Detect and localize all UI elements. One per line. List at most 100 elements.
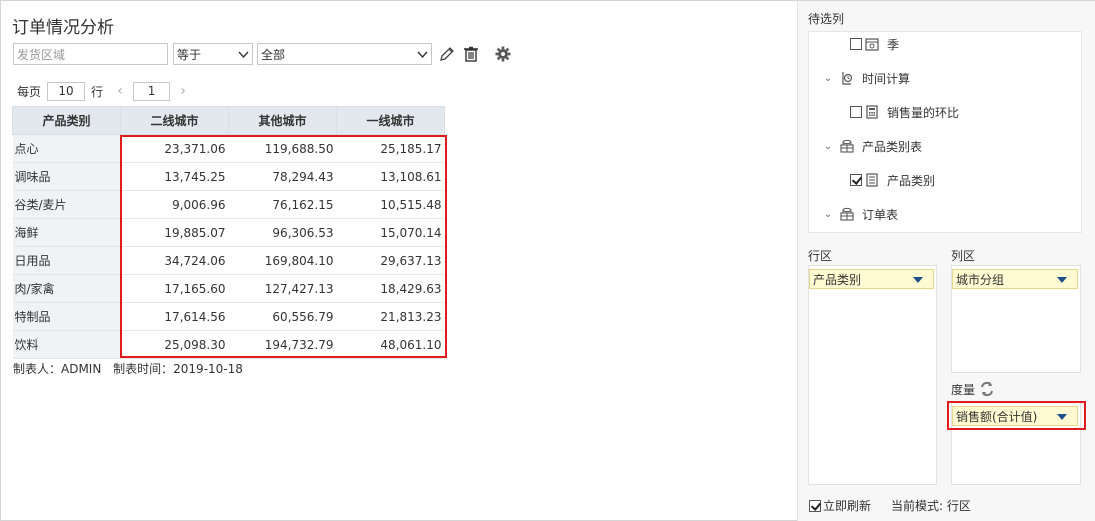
config-panel: 待选列 季 ⌄ 时间计算 销售量的环比 ⌄ 产品类别表 产品类别 ⌄ 订单表 行… xyxy=(797,1,1095,521)
column-header[interactable]: 其他城市 xyxy=(228,106,337,135)
time-calc-icon xyxy=(840,71,854,85)
per-page-label: 每页 xyxy=(17,84,42,99)
chevron-down-icon[interactable]: ⌄ xyxy=(822,73,834,84)
auto-refresh-label[interactable]: 立即刷新 xyxy=(823,497,871,514)
tree-item-time-calc[interactable]: ⌄ 时间计算 xyxy=(822,68,910,88)
calendar-icon xyxy=(865,37,879,51)
measure-field-chip[interactable]: 销售额(合计值) xyxy=(952,406,1078,426)
measure-label: 度量 xyxy=(951,383,976,397)
tree-item-label: 季 xyxy=(887,37,900,52)
database-table-icon xyxy=(840,139,854,153)
tree-item-product-table[interactable]: ⌄ 产品类别表 xyxy=(822,136,922,156)
checkbox[interactable] xyxy=(850,106,862,118)
filter-operator-value: 等于 xyxy=(177,47,202,62)
refresh-icon[interactable] xyxy=(979,381,995,397)
chevron-down-icon[interactable]: ⌄ xyxy=(822,209,834,220)
tree-item-label: 订单表 xyxy=(862,207,899,222)
table-row: 日用品 34,724.06 169,804.10 29,637.13 xyxy=(12,246,445,275)
table-cell: 9,006.96 xyxy=(120,190,229,219)
per-page-input[interactable]: 10 xyxy=(47,81,86,101)
table-cell: 25,098.30 xyxy=(120,330,229,359)
filter-field-input[interactable]: 发货区域 xyxy=(13,43,168,65)
table-row: 海鲜 19,885.07 96,306.53 15,070.14 xyxy=(12,218,445,247)
chevron-down-icon[interactable]: ⌄ xyxy=(822,141,834,152)
table-cell: 17,614.56 xyxy=(120,302,229,331)
table-cell: 194,732.79 xyxy=(228,330,337,359)
filter-value-select[interactable]: 全部 xyxy=(257,43,432,65)
tree-item-season[interactable]: 季 xyxy=(850,34,899,54)
auto-refresh-checkbox[interactable] xyxy=(809,499,821,512)
table-row: 特制品 17,614.56 60,556.79 21,813.23 xyxy=(12,302,445,331)
table-cell: 18,429.63 xyxy=(336,274,445,303)
table-cell: 15,070.14 xyxy=(336,218,445,247)
calculator-icon xyxy=(865,105,879,119)
table-cell: 78,294.43 xyxy=(228,162,337,191)
row-header: 日用品 xyxy=(12,246,121,275)
current-mode-text: 当前模式: 行区 xyxy=(891,499,971,513)
row-header: 肉/家禽 xyxy=(12,274,121,303)
table-row: 饮料 25,098.30 194,732.79 48,061.10 xyxy=(12,330,445,359)
tree-item-label: 产品类别表 xyxy=(862,139,923,154)
gear-icon[interactable] xyxy=(494,45,512,63)
chevron-down-icon xyxy=(417,51,428,59)
row-header: 调味品 xyxy=(12,162,121,191)
checkbox[interactable] xyxy=(850,38,862,50)
table-cell: 21,813.23 xyxy=(336,302,445,331)
delete-icon[interactable] xyxy=(462,45,480,63)
table-cell: 169,804.10 xyxy=(228,246,337,275)
prev-page-button[interactable]: ‹ xyxy=(113,83,127,99)
filter-operator-select[interactable]: 等于 xyxy=(173,43,253,65)
table-cell: 29,637.13 xyxy=(336,246,445,275)
measure-field-label: 销售额(合计值) xyxy=(956,409,1038,424)
tree-item-product-category[interactable]: 产品类别 xyxy=(850,170,935,190)
report-footer: 制表人：ADMIN 制表时间：2019-10-18 xyxy=(13,360,251,377)
database-table-icon xyxy=(840,207,854,221)
pager: 每页 10 行 ‹ 1 › xyxy=(17,81,190,101)
edit-icon[interactable] xyxy=(438,45,456,63)
page-number-input[interactable]: 1 xyxy=(133,81,171,101)
rows-label: 行 xyxy=(91,84,104,99)
checkbox-checked[interactable] xyxy=(850,174,862,186)
row-zone-label: 行区 xyxy=(808,249,833,263)
table-cell: 76,162.15 xyxy=(228,190,337,219)
pivot-app: 订单情况分析 发货区域 等于 全部 每页 10 行 ‹ 1 › 产品类别 二线城… xyxy=(0,0,1095,521)
tree-item-sales-ratio[interactable]: 销售量的环比 xyxy=(850,102,959,122)
table-cell: 10,515.48 xyxy=(336,190,445,219)
table-row: 调味品 13,745.25 78,294.43 13,108.61 xyxy=(12,162,445,191)
tree-item-order-table[interactable]: ⌄ 订单表 xyxy=(822,204,898,224)
table-cell: 23,371.06 xyxy=(120,134,229,163)
panel-status-bar: 立即刷新 当前模式: 行区 xyxy=(809,497,971,514)
chevron-down-icon xyxy=(238,51,249,59)
table-header-row: 产品类别 二线城市 其他城市 一线城市 xyxy=(12,106,445,135)
tree-item-label: 时间计算 xyxy=(862,71,911,86)
row-header: 海鲜 xyxy=(12,218,121,247)
filter-row: 发货区域 等于 全部 xyxy=(13,43,512,65)
column-header[interactable]: 一线城市 xyxy=(336,106,445,135)
row-header: 点心 xyxy=(12,134,121,163)
tree-item-label: 销售量的环比 xyxy=(887,105,960,120)
time-text: 制表时间：2019-10-18 xyxy=(113,362,243,376)
dropdown-arrow-icon[interactable] xyxy=(913,277,923,283)
table-cell: 96,306.53 xyxy=(228,218,337,247)
table-cell: 34,724.06 xyxy=(120,246,229,275)
row-field-chip[interactable]: 产品类别 xyxy=(809,269,934,289)
table-cell: 25,185.17 xyxy=(336,134,445,163)
column-field-chip[interactable]: 城市分组 xyxy=(952,269,1078,289)
next-page-button[interactable]: › xyxy=(176,83,190,99)
table-cell: 19,885.07 xyxy=(120,218,229,247)
row-header: 特制品 xyxy=(12,302,121,331)
report-title: 订单情况分析 xyxy=(12,18,114,38)
row-header: 饮料 xyxy=(12,330,121,359)
tree-item-label: 产品类别 xyxy=(887,173,936,188)
table-row: 谷类/麦片 9,006.96 76,162.15 10,515.48 xyxy=(12,190,445,219)
table-cell: 13,108.61 xyxy=(336,162,445,191)
dropdown-arrow-icon[interactable] xyxy=(1057,414,1067,420)
field-list-icon xyxy=(865,173,879,187)
maker-text: 制表人：ADMIN xyxy=(13,362,102,376)
table-cell: 119,688.50 xyxy=(228,134,337,163)
column-header[interactable]: 二线城市 xyxy=(120,106,229,135)
column-header[interactable]: 产品类别 xyxy=(12,106,121,135)
row-zone[interactable] xyxy=(808,265,937,485)
dropdown-arrow-icon[interactable] xyxy=(1057,277,1067,283)
table-cell: 127,427.13 xyxy=(228,274,337,303)
